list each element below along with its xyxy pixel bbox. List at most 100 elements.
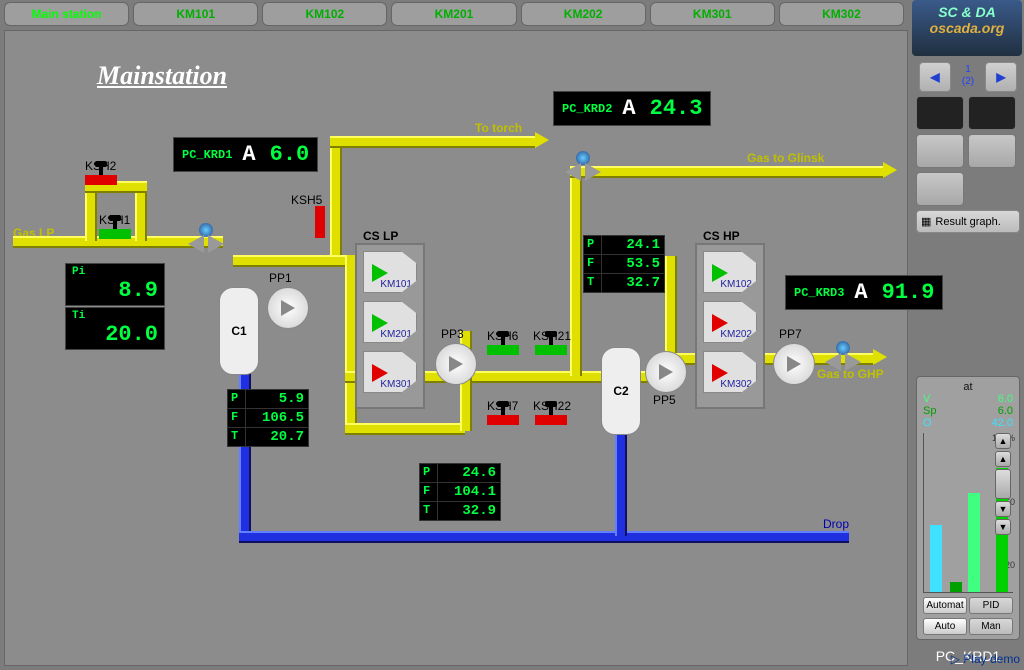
thumb-panel-icon[interactable] (968, 134, 1016, 168)
valve-ksh2[interactable] (85, 173, 117, 187)
page-nav: ◀ 1 (2) ▶ (916, 62, 1020, 92)
pft3-f: 53.5 (602, 255, 664, 273)
group-cs-hp: CS HP KM102 KM202 KM302 (695, 243, 765, 409)
label-pp5: PP5 (653, 393, 676, 407)
tab-km201[interactable]: KM201 (391, 2, 516, 26)
pump-pp7[interactable] (773, 343, 815, 385)
label-km302: KM302 (720, 379, 752, 390)
spin-spacer (995, 469, 1011, 499)
readout-pc-krd2[interactable]: PC_KRD2 A 24.3 (553, 91, 711, 126)
pft2-p: 24.6 (438, 464, 500, 482)
krd3-value: 91.9 (882, 280, 935, 305)
valve-ksh7[interactable] (487, 413, 519, 427)
label-pp7: PP7 (779, 327, 802, 341)
krd2-tag: PC_KRD2 (562, 102, 612, 116)
panel-sp-value: 6.0 (998, 405, 1013, 417)
thumb-doc-icon[interactable] (916, 172, 964, 206)
tab-km302[interactable]: KM302 (779, 2, 904, 26)
compressor-km301[interactable]: KM301 (363, 351, 417, 393)
pft3-t: 32.7 (602, 274, 664, 292)
control-panel: at V6.0 Sp6.0 O42.0 100% 60 20 ▲ ▲ ▼ ▼ A… (916, 376, 1020, 640)
pft-mid: P24.6 F104.1 T32.9 (419, 463, 501, 521)
readout-pc-krd3[interactable]: PC_KRD3 A 91.9 (785, 275, 943, 310)
label-km202: KM202 (720, 329, 752, 340)
compressor-km201[interactable]: KM201 (363, 301, 417, 343)
compressor-km101[interactable]: KM101 (363, 251, 417, 293)
readout-pc-krd1[interactable]: PC_KRD1 A 6.0 (173, 137, 318, 172)
valve-ksh22[interactable] (535, 413, 567, 427)
ctl-valve-krd1[interactable] (188, 223, 224, 253)
separator-c1[interactable]: C1 (219, 287, 259, 375)
bar-o (968, 493, 980, 592)
oscada-logo: SC & DA oscada.org (912, 0, 1022, 56)
valve-ksh1[interactable] (99, 227, 131, 241)
nav-page-current: 1 (965, 64, 971, 75)
nav-page-indicator: 1 (2) (953, 62, 983, 92)
valve-ksh21[interactable] (535, 343, 567, 357)
readout-pi: Pi 8.9 (65, 263, 165, 306)
panel-title: at (923, 381, 1013, 393)
logo-bottom: oscada.org (912, 20, 1022, 36)
ctl-valve-krd2[interactable] (565, 151, 601, 181)
pi-value: 8.9 (72, 278, 158, 303)
tab-main-station[interactable]: Main station (4, 2, 129, 26)
thumb-valve-icon[interactable] (916, 96, 964, 130)
mode-automat-button[interactable]: Automat (923, 597, 967, 614)
compressor-km302[interactable]: KM302 (703, 351, 757, 393)
mode-pid-button[interactable]: PID (969, 597, 1013, 614)
krd1-tag: PC_KRD1 (182, 148, 232, 162)
thumb-trend-icon[interactable] (968, 96, 1016, 130)
ti-value: 20.0 (72, 322, 158, 347)
krd2-mode: A (622, 96, 635, 121)
valve-ksh6[interactable] (487, 343, 519, 357)
nav-prev-button[interactable]: ◀ (919, 62, 951, 92)
spin-down2[interactable]: ▼ (995, 519, 1011, 535)
spin-down1[interactable]: ▼ (995, 501, 1011, 517)
bar-sp (950, 582, 962, 592)
pft3-p: 24.1 (602, 236, 664, 254)
pump-pp1[interactable] (267, 287, 309, 329)
pft1-p: 5.9 (246, 390, 308, 408)
play-demo-button[interactable]: ▷ Play demo (951, 652, 1020, 666)
tab-km202[interactable]: KM202 (521, 2, 646, 26)
spin-up2[interactable]: ▲ (995, 433, 1011, 449)
valve-ksh5[interactable] (315, 206, 329, 238)
pft2-t: 32.9 (438, 502, 500, 520)
bar-chart: 100% 60 20 ▲ ▲ ▼ ▼ (923, 433, 1013, 593)
sidebar: ◀ 1 (2) ▶ Result graph. at V6.0 Sp6.0 O4… (912, 58, 1024, 668)
nav-next-button[interactable]: ▶ (985, 62, 1017, 92)
pft2-f: 104.1 (438, 483, 500, 501)
label-km101: KM101 (380, 279, 412, 290)
label-pp3: PP3 (441, 327, 464, 341)
label-cs-lp: CS LP (363, 229, 398, 243)
pump-pp5[interactable] (645, 351, 687, 393)
label-drop: Drop (823, 517, 849, 531)
compressor-km102[interactable]: KM102 (703, 251, 757, 293)
panel-v-value: 6.0 (998, 393, 1013, 405)
readout-ti: Ti 20.0 (65, 307, 165, 350)
mode-auto-button[interactable]: Auto (923, 618, 967, 635)
label-pp1: PP1 (269, 271, 292, 285)
spin-up1[interactable]: ▲ (995, 451, 1011, 467)
panel-sp-label: Sp (923, 405, 936, 417)
tab-km101[interactable]: KM101 (133, 2, 258, 26)
label-km102: KM102 (720, 279, 752, 290)
krd1-mode: A (242, 142, 255, 167)
pump-pp3[interactable] (435, 343, 477, 385)
krd2-value: 24.3 (650, 96, 703, 121)
tab-km301[interactable]: KM301 (650, 2, 775, 26)
label-to-torch: To torch (475, 121, 522, 135)
pi-tag: Pi (72, 266, 158, 278)
result-graph-button[interactable]: Result graph. (916, 210, 1020, 233)
page-title: Mainstation (97, 61, 227, 91)
tab-km102[interactable]: KM102 (262, 2, 387, 26)
pft1-f: 106.5 (246, 409, 308, 427)
mode-man-button[interactable]: Man (969, 618, 1013, 635)
pft1-t: 20.7 (246, 428, 308, 446)
thumb-bars-icon[interactable] (916, 134, 964, 168)
compressor-km202[interactable]: KM202 (703, 301, 757, 343)
bar-v (930, 525, 942, 592)
ctl-valve-krd3[interactable] (825, 341, 861, 371)
separator-c2[interactable]: C2 (601, 347, 641, 435)
play-demo-label: Play demo (963, 652, 1020, 666)
